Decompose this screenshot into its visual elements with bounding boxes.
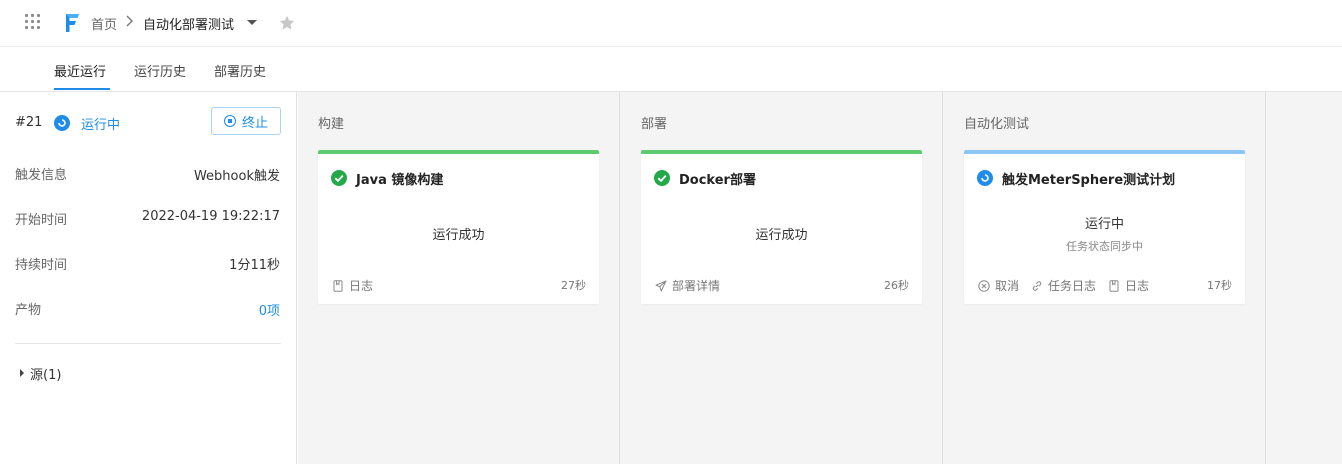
log-action[interactable]: 日志 (1108, 277, 1149, 294)
pipeline-stages: 构建 Java 镜像构建 运行成功 日志 27秒 部署 Docker部署 运行成… (298, 92, 1342, 464)
log-action[interactable]: 日志 (332, 277, 373, 294)
job-status: 运行中 (1084, 217, 1124, 232)
document-icon (1109, 279, 1119, 292)
job-name: Java 镜像构建 (356, 173, 444, 188)
logo-icon[interactable] (63, 12, 81, 34)
log-action-label: 日志 (349, 279, 374, 293)
divider (15, 343, 281, 344)
trigger-value: Webhook触发 (193, 169, 280, 184)
job-duration: 26秒 (884, 279, 909, 292)
stage-title: 自动化测试 (964, 117, 1030, 132)
source-toggle[interactable]: 源(1) (30, 364, 61, 383)
success-check-icon (331, 170, 347, 186)
job-status: 运行成功 (432, 228, 485, 243)
caret-right-icon[interactable] (20, 369, 24, 377)
start-time-label: 开始时间 (15, 213, 68, 228)
app-grid-icon[interactable] (25, 14, 41, 30)
duration-value: 1分11秒 (229, 258, 280, 273)
job-card[interactable]: Java 镜像构建 运行成功 日志 27秒 (318, 150, 599, 304)
job-card[interactable]: 触发MeterSphere测试计划 运行中 任务状态同步中 取消 任务日志 日志… (964, 150, 1245, 304)
duration-label: 持续时间 (15, 258, 68, 273)
task-log-label: 任务日志 (1048, 279, 1097, 293)
run-detail-panel: #21 运行中 终止 触发信息 Webhook触发 开始时间 2022-04-1… (0, 92, 297, 464)
job-status: 运行成功 (755, 228, 808, 243)
artifacts-link[interactable]: 0项 (259, 300, 280, 319)
run-status: 运行中 (81, 118, 121, 133)
stop-button[interactable]: 终止 (211, 107, 281, 135)
job-name: Docker部署 (679, 173, 756, 188)
tab-deploy-history[interactable]: 部署历史 (214, 61, 266, 80)
chevron-right-icon (126, 15, 133, 27)
log-action-label: 日志 (1125, 279, 1150, 293)
stage-empty (1267, 92, 1342, 464)
cancel-circle-icon (978, 279, 990, 292)
stop-icon (223, 115, 236, 127)
deploy-detail-action[interactable]: 部署详情 (655, 277, 720, 294)
tab-run-history[interactable]: 运行历史 (134, 61, 186, 80)
star-icon[interactable] (278, 14, 296, 32)
tab-bar: 最近运行 运行历史 部署历史 (0, 48, 1342, 92)
running-icon (54, 115, 70, 131)
deploy-detail-label: 部署详情 (672, 279, 721, 293)
stage-title: 构建 (318, 117, 345, 132)
stage-title: 部署 (641, 117, 668, 132)
stop-button-label: 终止 (241, 115, 268, 131)
tab-recent-runs[interactable]: 最近运行 (54, 61, 106, 80)
cancel-action[interactable]: 取消 (978, 277, 1019, 294)
artifacts-label: 产物 (15, 303, 42, 318)
start-time-value: 2022-04-19 19:22:17 (141, 209, 280, 224)
link-icon (1032, 280, 1042, 291)
active-tab-indicator (54, 88, 110, 90)
run-number: #21 (15, 115, 43, 130)
job-card[interactable]: Docker部署 运行成功 部署详情 26秒 (641, 150, 922, 304)
stage-deploy: 部署 Docker部署 运行成功 部署详情 26秒 (621, 92, 943, 464)
trigger-label: 触发信息 (15, 168, 68, 183)
stage-autotest: 自动化测试 触发MeterSphere测试计划 运行中 任务状态同步中 取消 任… (944, 92, 1266, 464)
job-duration: 17秒 (1207, 279, 1232, 292)
breadcrumb-home[interactable]: 首页 (91, 14, 117, 33)
success-check-icon (654, 170, 670, 186)
cancel-action-label: 取消 (995, 279, 1020, 293)
task-log-action[interactable]: 任务日志 (1031, 277, 1096, 294)
caret-down-icon[interactable] (247, 20, 257, 25)
top-bar: 首页 自动化部署测试 (0, 0, 1342, 47)
job-duration: 27秒 (561, 279, 586, 292)
send-icon (655, 280, 667, 291)
breadcrumb-current[interactable]: 自动化部署测试 (143, 14, 234, 33)
stage-build: 构建 Java 镜像构建 运行成功 日志 27秒 (298, 92, 620, 464)
job-substatus: 任务状态同步中 (1066, 240, 1143, 253)
job-name: 触发MeterSphere测试计划 (1002, 173, 1176, 188)
running-icon (977, 170, 993, 186)
document-icon (333, 279, 343, 292)
